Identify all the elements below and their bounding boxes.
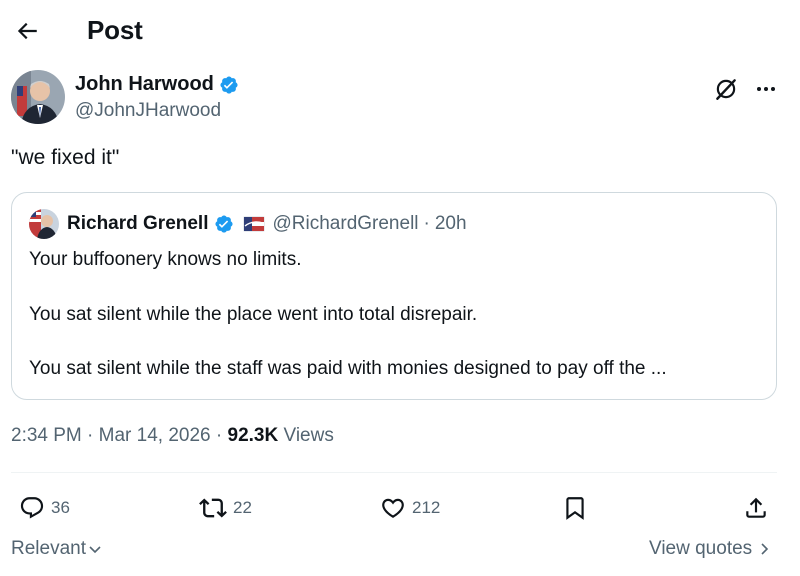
quoted-post-line: You sat silent while the place went into…: [29, 304, 478, 325]
reply-icon: [20, 497, 44, 519]
quoted-author-name[interactable]: Richard Grenell: [67, 213, 209, 235]
chevron-down-icon: [89, 546, 101, 554]
more-options-button[interactable]: [751, 74, 781, 104]
author-name[interactable]: John Harwood: [75, 73, 214, 96]
verified-badge-icon[interactable]: [214, 214, 234, 234]
quoted-post-time[interactable]: 20h: [435, 213, 467, 235]
post-author: John Harwood @JohnJHarwood: [11, 70, 791, 128]
post-meta: 2:34 PM · Mar 14, 2026 · 92.3K Views: [11, 425, 334, 447]
quoted-post-line: You sat silent while the staff was paid …: [29, 358, 667, 379]
divider: [11, 472, 777, 473]
affiliation-badge-icon[interactable]: [242, 216, 265, 232]
grok-icon: [716, 79, 736, 100]
repost-count: 22: [233, 498, 252, 517]
quoted-post-header: Richard Grenell @RichardGrenell · 20h: [29, 209, 467, 239]
like-button[interactable]: 212: [380, 488, 440, 528]
author-name-row: John Harwood: [75, 73, 239, 96]
separator-dot: ·: [215, 425, 223, 446]
post-date[interactable]: Mar 14, 2026: [99, 425, 211, 446]
arrow-left-icon: [17, 22, 37, 40]
quoted-author-avatar[interactable]: [29, 209, 59, 239]
views-label: Views: [283, 425, 334, 446]
grok-button[interactable]: [711, 74, 741, 104]
post-text: "we fixed it": [11, 146, 120, 169]
sort-replies-dropdown[interactable]: Relevant: [11, 538, 103, 560]
top-bar: Post: [0, 0, 800, 62]
author-handle[interactable]: @JohnJHarwood: [75, 100, 221, 122]
reply-count: 36: [51, 498, 70, 517]
sort-label: Relevant: [11, 538, 86, 559]
more-horizontal-icon: [757, 87, 775, 91]
bookmark-icon: [566, 497, 584, 520]
post-time[interactable]: 2:34 PM: [11, 425, 82, 446]
author-avatar[interactable]: [11, 70, 65, 124]
heart-icon: [382, 498, 404, 518]
repost-button[interactable]: 22: [199, 488, 252, 528]
quoted-author-handle[interactable]: @RichardGrenell: [273, 213, 419, 235]
bookmark-button[interactable]: [562, 488, 588, 528]
verified-badge-icon[interactable]: [219, 75, 239, 95]
repost-icon: [199, 498, 227, 518]
back-button[interactable]: [10, 14, 44, 48]
action-bar: 36 22 212: [0, 488, 800, 528]
chevron-right-icon: [761, 543, 769, 555]
view-quotes-link[interactable]: View quotes: [649, 538, 772, 560]
views-count: 92.3K: [227, 425, 279, 446]
like-count: 212: [412, 498, 441, 517]
reply-button[interactable]: 36: [19, 488, 70, 528]
separator-dot: ·: [423, 213, 430, 234]
quoted-post[interactable]: Richard Grenell @RichardGrenell · 20h Yo…: [11, 192, 777, 400]
view-quotes-label: View quotes: [649, 538, 753, 559]
quoted-post-line: Your buffoonery knows no limits.: [29, 249, 302, 270]
share-button[interactable]: [743, 488, 769, 528]
page-title: Post: [87, 15, 143, 45]
share-icon: [746, 497, 766, 518]
separator-dot: ·: [87, 425, 94, 446]
